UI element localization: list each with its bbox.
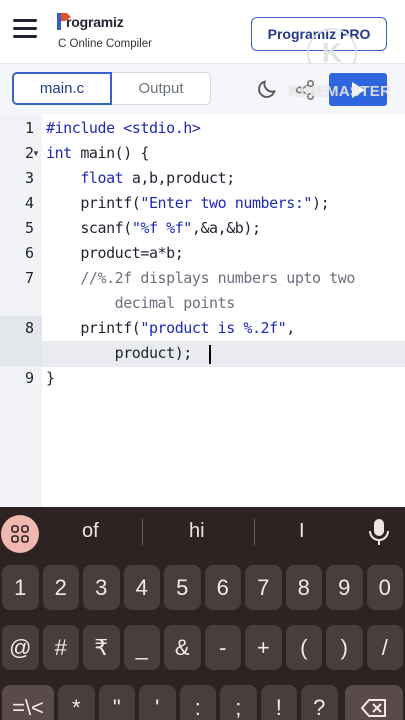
key[interactable]: 1 <box>2 565 39 610</box>
key[interactable]: 7 <box>245 565 282 610</box>
code-comment: //%.2f displays numbers upto two <box>46 269 355 287</box>
code-line: scanf("%f %f",&a,&b); <box>46 219 261 237</box>
key[interactable]: _ <box>123 625 160 670</box>
key[interactable]: 0 <box>366 565 403 610</box>
code-line: printf("product is %.2f", <box>46 319 295 337</box>
line-number: 5 <box>24 219 34 237</box>
suggestion-bar: of hi I <box>0 507 405 557</box>
backspace-icon <box>361 698 386 717</box>
key[interactable]: # <box>42 625 79 670</box>
line-number: 6 <box>24 244 34 262</box>
code-line: product); <box>46 344 193 362</box>
key[interactable]: 4 <box>123 565 160 610</box>
key[interactable]: ! <box>260 685 297 720</box>
code-line: } <box>46 369 55 387</box>
code-editor[interactable]: 1 2 ▼ 3 4 5 6 7 8 9 #include <stdio.h> i… <box>0 114 405 507</box>
line-number: 9 <box>24 369 34 387</box>
line-number: 1 <box>24 119 34 137</box>
code-line: #include <stdio.h> <box>46 119 201 137</box>
key[interactable]: @ <box>2 625 39 670</box>
backspace-key[interactable] <box>345 685 403 720</box>
key[interactable]: 8 <box>285 565 322 610</box>
dark-mode-icon[interactable] <box>256 78 278 100</box>
key[interactable]: ( <box>285 625 322 670</box>
line-number: 3 <box>24 169 34 187</box>
code-line: int main() { <box>46 144 149 162</box>
key[interactable]: + <box>245 625 282 670</box>
watermark-text: KINEMASTER <box>289 83 392 100</box>
key[interactable]: ₹ <box>83 625 120 670</box>
key[interactable]: 9 <box>326 565 363 610</box>
compiler-subtitle: C Online Compiler <box>58 38 152 50</box>
on-screen-keyboard: of hi I 1 2 3 4 5 6 7 8 9 0 @ # ₹ _ & - +() / =\< * " ':;!? <box>0 507 405 720</box>
line-number: 7 <box>24 269 34 287</box>
key[interactable]: ' <box>139 685 176 720</box>
key[interactable]: - <box>204 625 241 670</box>
code-line: product=a*b; <box>46 244 184 262</box>
grid-icon <box>11 525 29 543</box>
key[interactable]: " <box>98 685 135 720</box>
key[interactable]: ) <box>326 625 363 670</box>
key[interactable]: ? <box>301 685 338 720</box>
text-cursor <box>209 345 211 364</box>
key[interactable]: & <box>164 625 201 670</box>
line-number: 2 <box>24 144 34 162</box>
key[interactable]: 6 <box>204 565 241 610</box>
app-header: rogramiz C Online Compiler Programiz PRO… <box>0 0 405 78</box>
key[interactable]: * <box>58 685 95 720</box>
fold-arrow-icon[interactable]: ▼ <box>32 149 40 158</box>
line-number: 8 <box>24 319 34 337</box>
suggestion-word[interactable]: of <box>82 520 99 543</box>
key[interactable]: =\< <box>2 685 54 720</box>
brand-name: rogramiz <box>66 14 124 30</box>
apps-grid-icon[interactable] <box>1 515 39 553</box>
key[interactable]: 3 <box>83 565 120 610</box>
menu-icon[interactable] <box>13 19 37 39</box>
mic-icon[interactable] <box>366 517 392 547</box>
key[interactable]: 5 <box>164 565 201 610</box>
divider <box>142 519 143 545</box>
key[interactable]: / <box>366 625 403 670</box>
key[interactable]: : <box>179 685 216 720</box>
key[interactable]: ; <box>220 685 257 720</box>
tab-main-c[interactable]: main.c <box>12 72 112 105</box>
line-number: 4 <box>24 194 34 212</box>
code-line: float a,b,product; <box>80 169 235 187</box>
code-line: printf("Enter two numbers:"); <box>46 194 330 212</box>
code-comment-wrap: decimal points <box>46 294 236 312</box>
suggestion-word[interactable]: I <box>299 520 305 543</box>
divider <box>254 519 255 545</box>
key[interactable]: 2 <box>42 565 79 610</box>
tab-output[interactable]: Output <box>112 72 211 105</box>
suggestion-word[interactable]: hi <box>189 520 205 543</box>
